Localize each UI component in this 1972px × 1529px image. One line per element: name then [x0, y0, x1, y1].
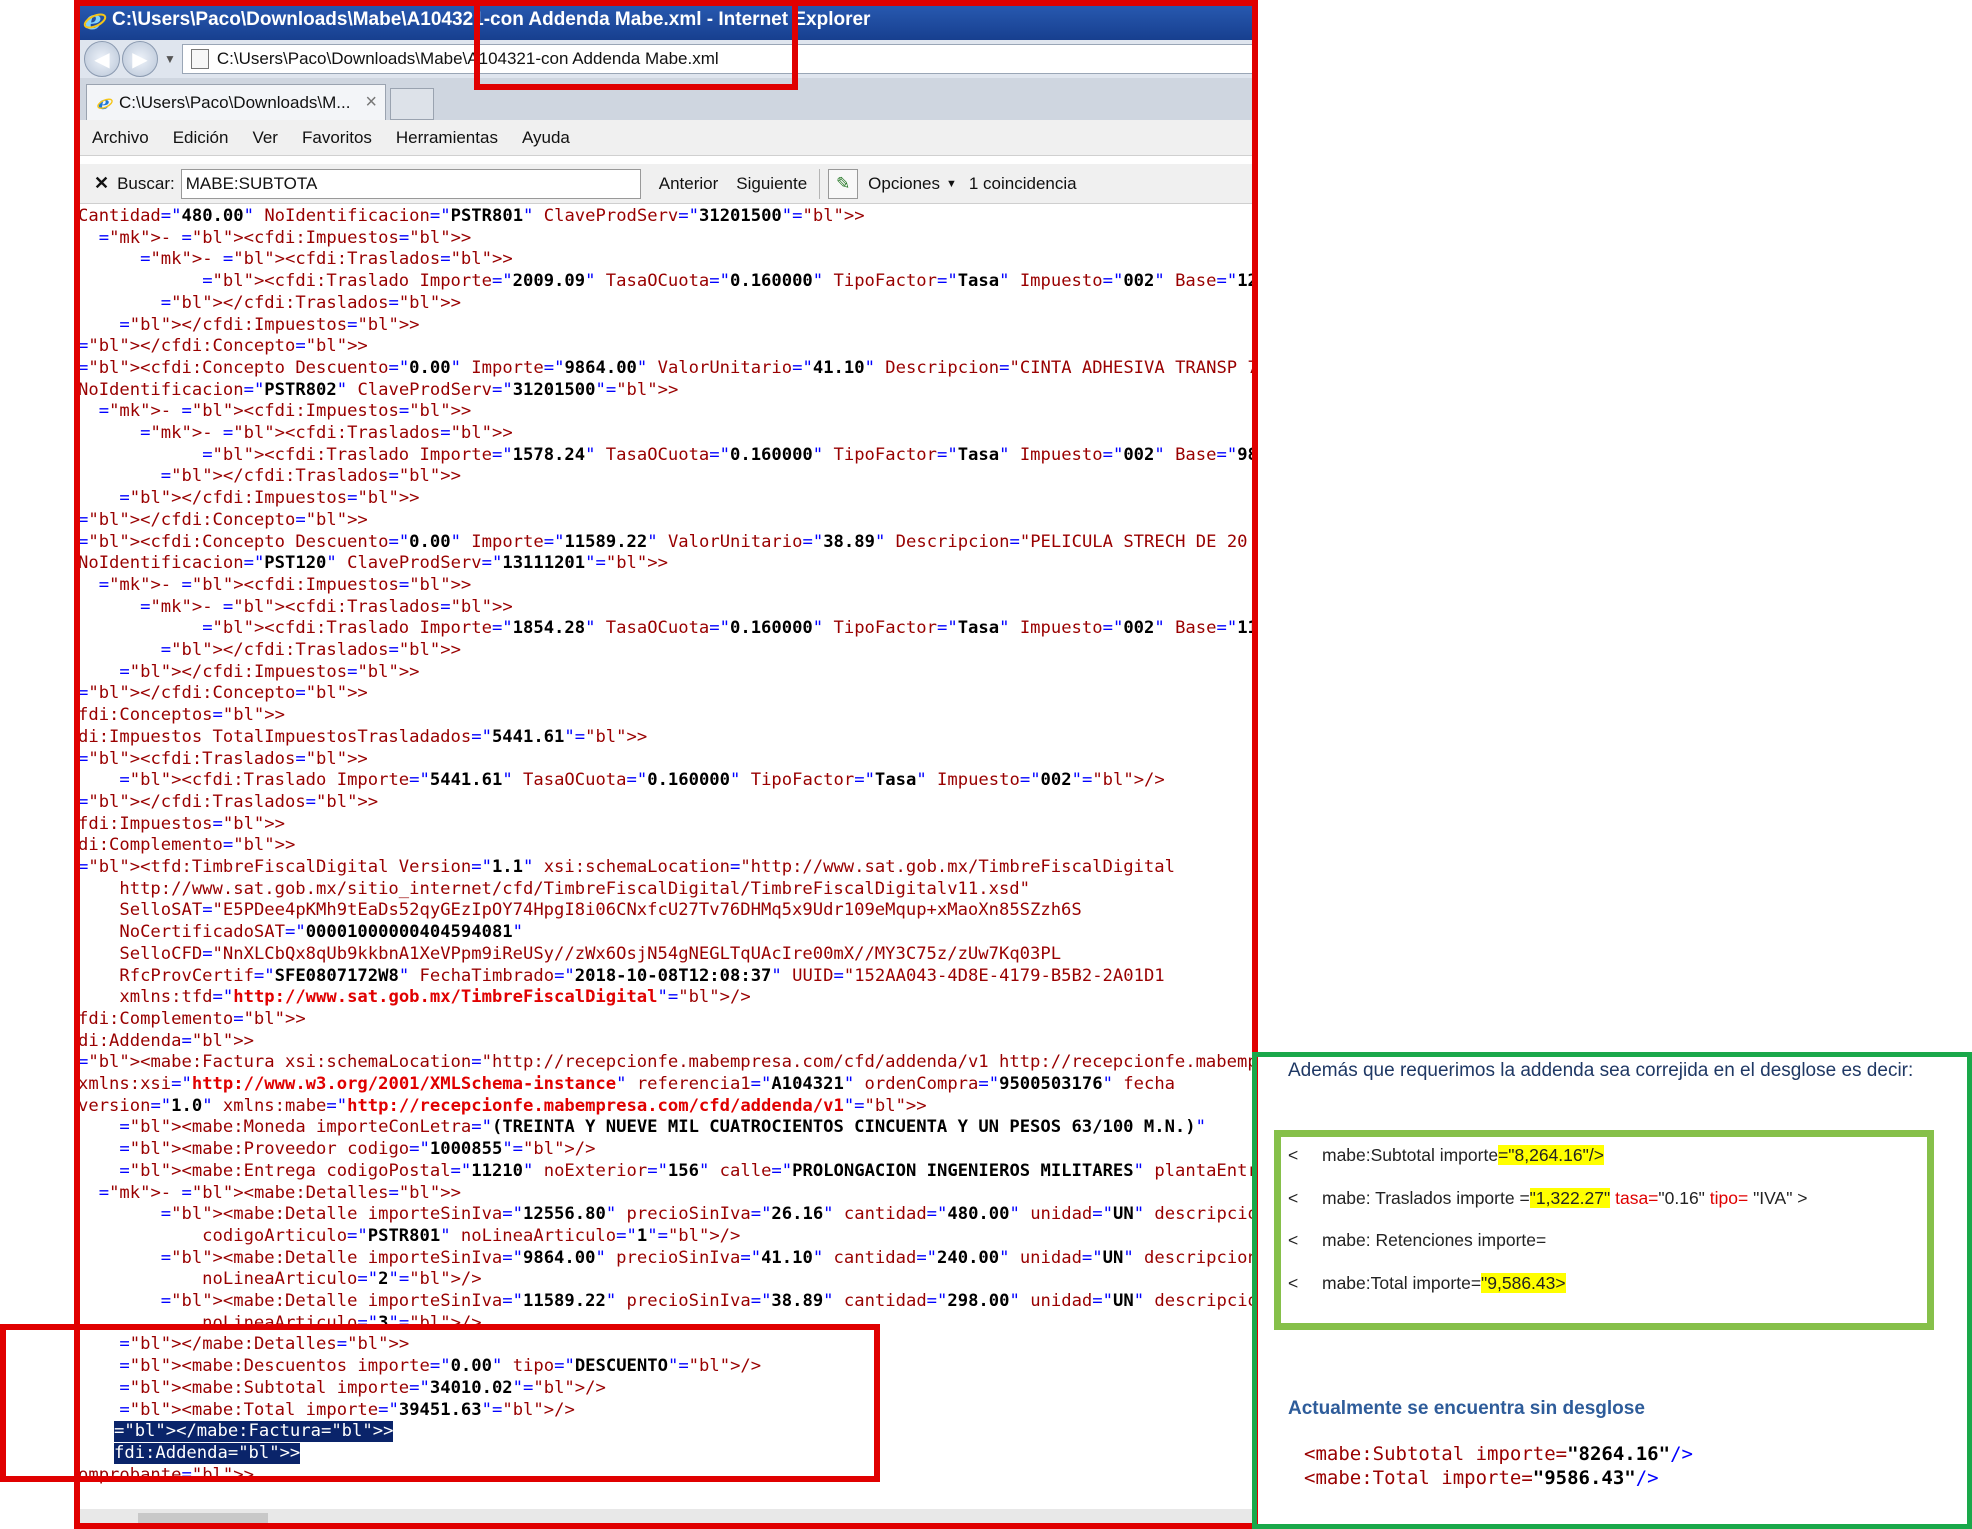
desglose-subtotal: < mabe:Subtotal importe="8,264.16"/> [1288, 1145, 1604, 1166]
desglose-subtotal-value: ="8,264.16"/> [1498, 1145, 1604, 1165]
annotation-heading: Además que requerimos la addenda sea cor… [1288, 1060, 1914, 1081]
desglose-total-value: "9,586.43> [1481, 1273, 1566, 1293]
desglose-tipo-value: "IVA" > [1753, 1188, 1808, 1208]
desglose-total-label: mabe:Total importe= [1322, 1273, 1482, 1293]
current-subtotal-value: "8264.16" [1567, 1443, 1671, 1465]
desglose-tasa-label: tasa= [1615, 1188, 1659, 1208]
desglose-lt: < [1288, 1273, 1299, 1293]
desglose-traslados-value: "1,322.27" [1529, 1188, 1611, 1208]
desglose-lt: < [1288, 1188, 1299, 1208]
desglose-lt: < [1288, 1145, 1299, 1165]
red-outline-address [474, 0, 798, 90]
desglose-traslados: < mabe: Traslados importe ="1,322.27" tas… [1288, 1188, 1808, 1209]
current-state-heading: Actualmente se encuentra sin desglose [1288, 1398, 1645, 1419]
desglose-tipo-label: tipo= [1709, 1188, 1749, 1208]
current-total-line: <mabe:Total importe="9586.43"/> [1304, 1467, 1659, 1489]
red-outline-totals [0, 1324, 880, 1482]
desglose-total: < mabe:Total importe="9,586.43> [1288, 1273, 1566, 1294]
current-subtotal-tag: <mabe:Subtotal importe= [1304, 1443, 1568, 1465]
desglose-subtotal-label: mabe:Subtotal importe [1322, 1145, 1499, 1165]
current-total-tag: <mabe:Total importe= [1304, 1467, 1533, 1489]
red-outline-window [74, 0, 1258, 1529]
desglose-lt: < [1288, 1230, 1299, 1250]
current-total-end: /> [1635, 1467, 1659, 1489]
desglose-retenciones-label: mabe: Retenciones importe= [1322, 1230, 1547, 1250]
desglose-traslados-label: mabe: Traslados importe = [1322, 1188, 1530, 1208]
desglose-retenciones: < mabe: Retenciones importe= [1288, 1230, 1546, 1251]
current-subtotal-end: /> [1670, 1443, 1693, 1465]
current-total-value: "9586.43" [1532, 1467, 1636, 1489]
desglose-tasa-value: "0.16" [1658, 1188, 1705, 1208]
current-subtotal-line: <mabe:Subtotal importe="8264.16"/> [1304, 1443, 1693, 1465]
